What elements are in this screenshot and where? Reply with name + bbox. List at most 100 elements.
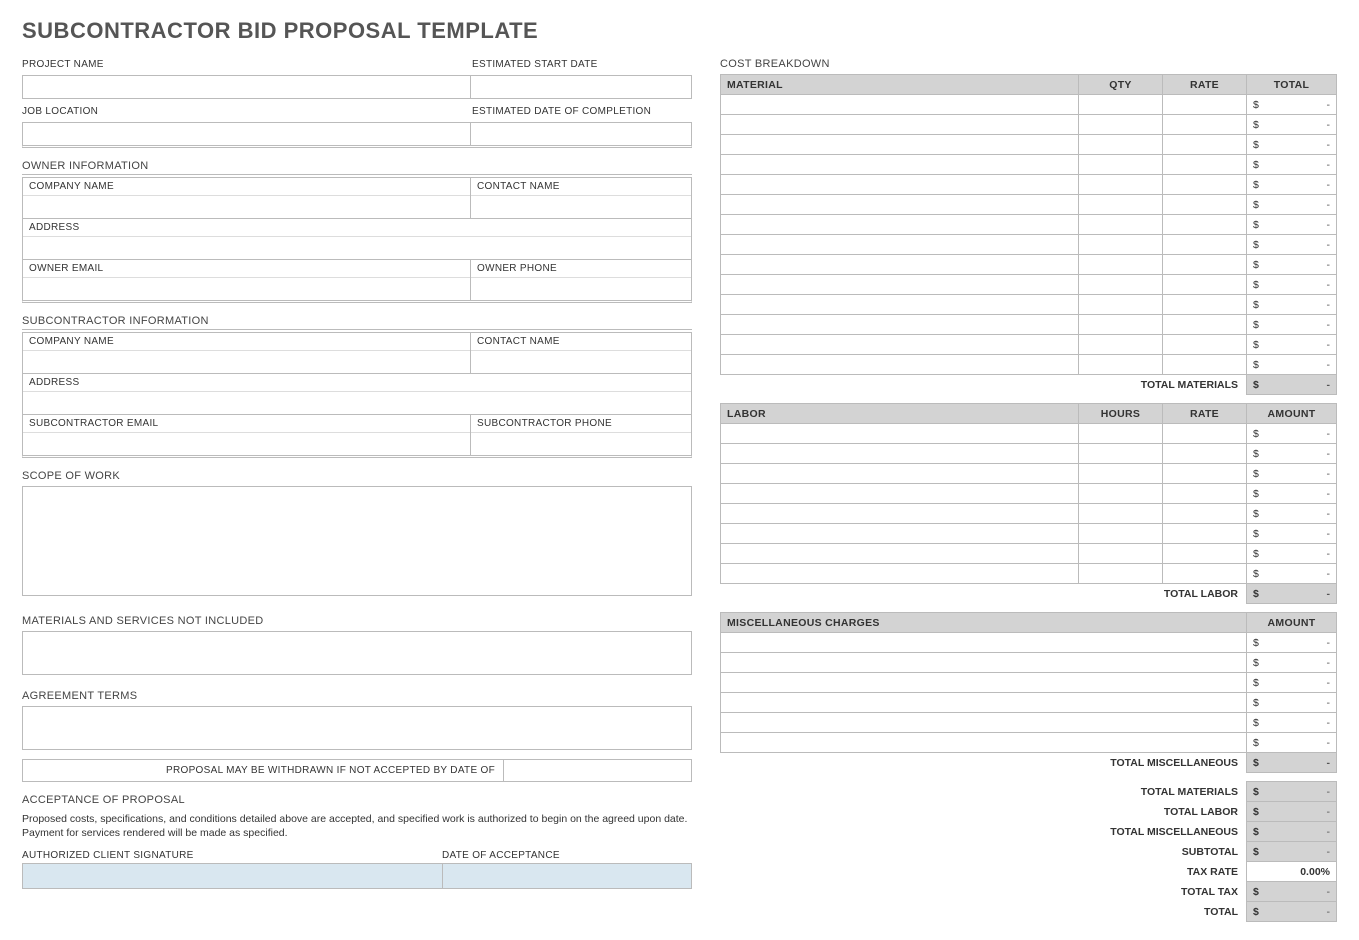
owner-contact-field[interactable] — [471, 196, 691, 218]
material-desc-cell[interactable] — [721, 255, 1079, 275]
misc-desc-cell[interactable] — [721, 693, 1247, 713]
misc-desc-cell[interactable] — [721, 633, 1247, 653]
material-rate-cell[interactable] — [1163, 315, 1247, 335]
sub-email-field[interactable] — [23, 433, 470, 455]
labor-rate-cell[interactable] — [1163, 524, 1247, 544]
material-rate-cell[interactable] — [1163, 235, 1247, 255]
labor-rate-cell[interactable] — [1163, 464, 1247, 484]
sub-company-field[interactable] — [23, 351, 470, 373]
labor-rate-cell[interactable] — [1163, 544, 1247, 564]
material-rate-cell[interactable] — [1163, 195, 1247, 215]
job-location-field[interactable] — [23, 123, 470, 145]
material-desc-cell[interactable] — [721, 155, 1079, 175]
misc-desc-cell[interactable] — [721, 653, 1247, 673]
material-desc-cell[interactable] — [721, 195, 1079, 215]
labor-desc-cell[interactable] — [721, 524, 1079, 544]
material-qty-cell[interactable] — [1079, 175, 1163, 195]
labor-rate-cell[interactable] — [1163, 484, 1247, 504]
sub-phone-field[interactable] — [471, 433, 691, 455]
labor-hours-cell[interactable] — [1079, 444, 1163, 464]
material-qty-cell[interactable] — [1079, 195, 1163, 215]
material-qty-cell[interactable] — [1079, 335, 1163, 355]
material-desc-cell[interactable] — [721, 115, 1079, 135]
material-desc-cell[interactable] — [721, 295, 1079, 315]
labor-hours-cell[interactable] — [1079, 484, 1163, 504]
labor-desc-cell[interactable] — [721, 504, 1079, 524]
start-date-field[interactable] — [471, 76, 691, 98]
material-qty-cell[interactable] — [1079, 315, 1163, 335]
material-qty-cell[interactable] — [1079, 255, 1163, 275]
material-desc-cell[interactable] — [721, 235, 1079, 255]
misc-desc-cell[interactable] — [721, 673, 1247, 693]
not-included-heading: MATERIALS AND SERVICES NOT INCLUDED — [22, 611, 692, 629]
completion-field[interactable] — [471, 123, 691, 145]
labor-rate-cell[interactable] — [1163, 424, 1247, 444]
labor-rate-cell[interactable] — [1163, 444, 1247, 464]
sub-address-field[interactable] — [23, 392, 691, 414]
proposal-withdraw-date-field[interactable] — [504, 760, 691, 781]
material-qty-cell[interactable] — [1079, 155, 1163, 175]
labor-desc-cell[interactable] — [721, 444, 1079, 464]
material-rate-cell[interactable] — [1163, 335, 1247, 355]
labor-rate-cell[interactable] — [1163, 504, 1247, 524]
summary-taxrate-value[interactable]: 0.00% — [1247, 862, 1337, 882]
labor-rate-cell[interactable] — [1163, 564, 1247, 584]
material-qty-cell[interactable] — [1079, 275, 1163, 295]
misc-amount-cell: $- — [1247, 693, 1337, 713]
material-desc-cell[interactable] — [721, 175, 1079, 195]
material-total-cell: $- — [1247, 175, 1337, 195]
proposal-withdraw-label: PROPOSAL MAY BE WITHDRAWN IF NOT ACCEPTE… — [23, 760, 503, 781]
labor-desc-cell[interactable] — [721, 544, 1079, 564]
owner-email-field[interactable] — [23, 278, 470, 300]
misc-desc-cell[interactable] — [721, 713, 1247, 733]
material-rate-cell[interactable] — [1163, 275, 1247, 295]
material-qty-cell[interactable] — [1079, 135, 1163, 155]
material-qty-cell[interactable] — [1079, 115, 1163, 135]
labor-hours-cell[interactable] — [1079, 524, 1163, 544]
material-desc-cell[interactable] — [721, 275, 1079, 295]
not-included-field[interactable] — [22, 631, 692, 675]
labor-hours-cell[interactable] — [1079, 424, 1163, 444]
material-rate-cell[interactable] — [1163, 175, 1247, 195]
labor-header: LABOR — [721, 404, 1079, 424]
material-rate-cell[interactable] — [1163, 115, 1247, 135]
labor-hours-cell[interactable] — [1079, 564, 1163, 584]
material-desc-cell[interactable] — [721, 135, 1079, 155]
owner-company-field[interactable] — [23, 196, 470, 218]
scope-field[interactable] — [22, 486, 692, 596]
labor-desc-cell[interactable] — [721, 484, 1079, 504]
material-desc-cell[interactable] — [721, 215, 1079, 235]
sub-contact-field[interactable] — [471, 351, 691, 373]
material-desc-cell[interactable] — [721, 355, 1079, 375]
material-qty-cell[interactable] — [1079, 95, 1163, 115]
labor-desc-cell[interactable] — [721, 464, 1079, 484]
material-rate-cell[interactable] — [1163, 215, 1247, 235]
signature-field[interactable] — [22, 863, 442, 889]
material-rate-cell[interactable] — [1163, 135, 1247, 155]
owner-phone-field[interactable] — [471, 278, 691, 300]
material-qty-cell[interactable] — [1079, 235, 1163, 255]
owner-address-field[interactable] — [23, 237, 691, 259]
agreement-field[interactable] — [22, 706, 692, 750]
labor-hours-cell[interactable] — [1079, 504, 1163, 524]
labor-hours-cell[interactable] — [1079, 464, 1163, 484]
material-rate-cell[interactable] — [1163, 155, 1247, 175]
material-qty-cell[interactable] — [1079, 295, 1163, 315]
project-name-field[interactable] — [23, 76, 470, 98]
material-desc-cell[interactable] — [721, 315, 1079, 335]
material-rate-cell[interactable] — [1163, 295, 1247, 315]
material-desc-cell[interactable] — [721, 95, 1079, 115]
material-rate-cell[interactable] — [1163, 355, 1247, 375]
material-row: $- — [721, 255, 1337, 275]
labor-hours-cell[interactable] — [1079, 544, 1163, 564]
material-rate-cell[interactable] — [1163, 95, 1247, 115]
material-qty-cell[interactable] — [1079, 215, 1163, 235]
material-qty-cell[interactable] — [1079, 355, 1163, 375]
material-desc-cell[interactable] — [721, 335, 1079, 355]
labor-desc-cell[interactable] — [721, 424, 1079, 444]
subcontractor-info-heading: SUBCONTRACTOR INFORMATION — [22, 311, 692, 330]
date-acceptance-field[interactable] — [442, 863, 692, 889]
misc-desc-cell[interactable] — [721, 733, 1247, 753]
material-rate-cell[interactable] — [1163, 255, 1247, 275]
labor-desc-cell[interactable] — [721, 564, 1079, 584]
